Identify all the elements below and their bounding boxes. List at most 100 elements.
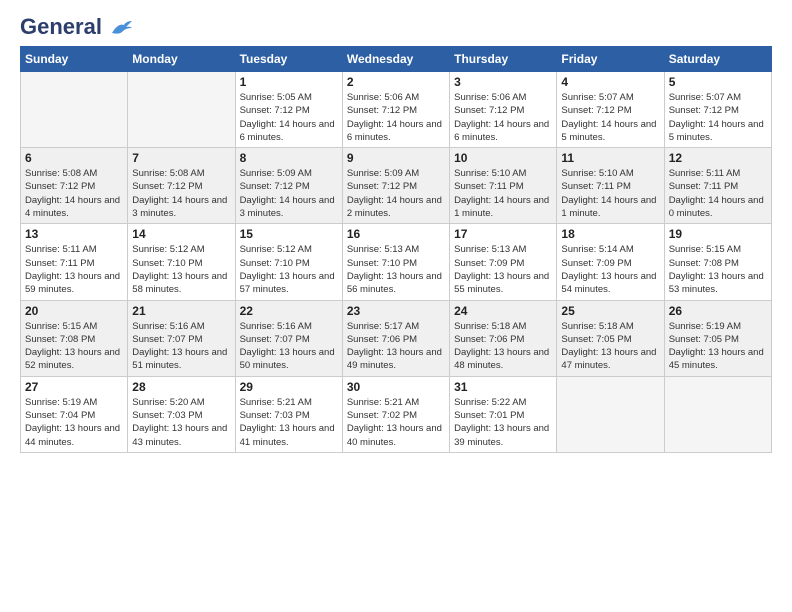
day-header-friday: Friday [557,47,664,72]
logo: General [20,16,132,36]
cell-day-number: 21 [132,304,230,318]
cell-day-number: 4 [561,75,659,89]
calendar-cell [128,72,235,148]
calendar-cell: 15 Sunrise: 5:12 AMSunset: 7:10 PMDayligh… [235,224,342,300]
cell-sun-info: Sunrise: 5:11 AMSunset: 7:11 PMDaylight:… [25,243,123,296]
calendar-cell: 14 Sunrise: 5:12 AMSunset: 7:10 PMDayligh… [128,224,235,300]
cell-day-number: 8 [240,151,338,165]
cell-day-number: 9 [347,151,445,165]
cell-sun-info: Sunrise: 5:07 AMSunset: 7:12 PMDaylight:… [669,91,767,144]
cell-day-number: 12 [669,151,767,165]
calendar-cell: 23 Sunrise: 5:17 AMSunset: 7:06 PMDayligh… [342,300,449,376]
cell-day-number: 5 [669,75,767,89]
cell-day-number: 13 [25,227,123,241]
calendar-week-row: 20 Sunrise: 5:15 AMSunset: 7:08 PMDayligh… [21,300,772,376]
cell-sun-info: Sunrise: 5:16 AMSunset: 7:07 PMDaylight:… [132,320,230,373]
calendar-table: SundayMondayTuesdayWednesdayThursdayFrid… [20,46,772,453]
cell-day-number: 1 [240,75,338,89]
calendar-cell: 4 Sunrise: 5:07 AMSunset: 7:12 PMDaylight… [557,72,664,148]
calendar-cell: 7Sunrise: 5:08 AMSunset: 7:12 PMDaylight… [128,148,235,224]
cell-day-number: 2 [347,75,445,89]
cell-sun-info: Sunrise: 5:07 AMSunset: 7:12 PMDaylight:… [561,91,659,144]
cell-sun-info: Sunrise: 5:08 AMSunset: 7:12 PMDaylight:… [25,167,123,220]
cell-sun-info: Sunrise: 5:13 AMSunset: 7:10 PMDaylight:… [347,243,445,296]
day-header-wednesday: Wednesday [342,47,449,72]
calendar-week-row: 27 Sunrise: 5:19 AMSunset: 7:04 PMDayligh… [21,376,772,452]
cell-sun-info: Sunrise: 5:20 AMSunset: 7:03 PMDaylight:… [132,396,230,449]
cell-sun-info: Sunrise: 5:11 AMSunset: 7:11 PMDaylight:… [669,167,767,220]
cell-day-number: 19 [669,227,767,241]
cell-day-number: 30 [347,380,445,394]
cell-day-number: 17 [454,227,552,241]
calendar-cell [557,376,664,452]
cell-day-number: 20 [25,304,123,318]
cell-sun-info: Sunrise: 5:12 AMSunset: 7:10 PMDaylight:… [240,243,338,296]
calendar-cell: 26 Sunrise: 5:19 AMSunset: 7:05 PMDayligh… [664,300,771,376]
cell-sun-info: Sunrise: 5:17 AMSunset: 7:06 PMDaylight:… [347,320,445,373]
day-header-monday: Monday [128,47,235,72]
cell-day-number: 27 [25,380,123,394]
cell-sun-info: Sunrise: 5:22 AMSunset: 7:01 PMDaylight:… [454,396,552,449]
cell-day-number: 22 [240,304,338,318]
calendar-cell: 25 Sunrise: 5:18 AMSunset: 7:05 PMDayligh… [557,300,664,376]
page-container: General SundayMondayTuesdayWednesdayThur… [0,0,792,463]
calendar-header-row: SundayMondayTuesdayWednesdayThursdayFrid… [21,47,772,72]
logo-bird-icon [110,19,132,37]
day-header-saturday: Saturday [664,47,771,72]
cell-day-number: 6 [25,151,123,165]
logo-general: General [20,16,132,38]
cell-day-number: 3 [454,75,552,89]
calendar-cell: 13 Sunrise: 5:11 AMSunset: 7:11 PMDayligh… [21,224,128,300]
calendar-cell: 11Sunrise: 5:10 AMSunset: 7:11 PMDayligh… [557,148,664,224]
cell-sun-info: Sunrise: 5:15 AMSunset: 7:08 PMDaylight:… [25,320,123,373]
calendar-cell: 3 Sunrise: 5:06 AMSunset: 7:12 PMDaylight… [450,72,557,148]
calendar-cell: 30 Sunrise: 5:21 AMSunset: 7:02 PMDayligh… [342,376,449,452]
calendar-cell: 24 Sunrise: 5:18 AMSunset: 7:06 PMDayligh… [450,300,557,376]
cell-sun-info: Sunrise: 5:12 AMSunset: 7:10 PMDaylight:… [132,243,230,296]
cell-sun-info: Sunrise: 5:19 AMSunset: 7:04 PMDaylight:… [25,396,123,449]
day-header-thursday: Thursday [450,47,557,72]
cell-day-number: 11 [561,151,659,165]
calendar-cell: 16 Sunrise: 5:13 AMSunset: 7:10 PMDayligh… [342,224,449,300]
cell-sun-info: Sunrise: 5:13 AMSunset: 7:09 PMDaylight:… [454,243,552,296]
cell-sun-info: Sunrise: 5:14 AMSunset: 7:09 PMDaylight:… [561,243,659,296]
cell-day-number: 16 [347,227,445,241]
cell-day-number: 28 [132,380,230,394]
cell-sun-info: Sunrise: 5:21 AMSunset: 7:02 PMDaylight:… [347,396,445,449]
cell-day-number: 25 [561,304,659,318]
calendar-cell: 6 Sunrise: 5:08 AMSunset: 7:12 PMDaylight… [21,148,128,224]
cell-day-number: 14 [132,227,230,241]
cell-day-number: 24 [454,304,552,318]
calendar-week-row: 6 Sunrise: 5:08 AMSunset: 7:12 PMDaylight… [21,148,772,224]
cell-sun-info: Sunrise: 5:18 AMSunset: 7:06 PMDaylight:… [454,320,552,373]
cell-sun-info: Sunrise: 5:09 AMSunset: 7:12 PMDaylight:… [347,167,445,220]
day-header-sunday: Sunday [21,47,128,72]
cell-sun-info: Sunrise: 5:09 AMSunset: 7:12 PMDaylight:… [240,167,338,220]
calendar-cell: 29Sunrise: 5:21 AMSunset: 7:03 PMDayligh… [235,376,342,452]
cell-day-number: 26 [669,304,767,318]
cell-sun-info: Sunrise: 5:06 AMSunset: 7:12 PMDaylight:… [454,91,552,144]
calendar-cell: 21 Sunrise: 5:16 AMSunset: 7:07 PMDayligh… [128,300,235,376]
calendar-cell [664,376,771,452]
cell-day-number: 15 [240,227,338,241]
calendar-cell: 9 Sunrise: 5:09 AMSunset: 7:12 PMDaylight… [342,148,449,224]
cell-day-number: 18 [561,227,659,241]
calendar-week-row: 13 Sunrise: 5:11 AMSunset: 7:11 PMDayligh… [21,224,772,300]
cell-sun-info: Sunrise: 5:05 AMSunset: 7:12 PMDaylight:… [240,91,338,144]
calendar-cell: 1 Sunrise: 5:05 AMSunset: 7:12 PMDaylight… [235,72,342,148]
cell-day-number: 23 [347,304,445,318]
calendar-week-row: 1 Sunrise: 5:05 AMSunset: 7:12 PMDaylight… [21,72,772,148]
calendar-cell: 27 Sunrise: 5:19 AMSunset: 7:04 PMDayligh… [21,376,128,452]
calendar-cell: 10Sunrise: 5:10 AMSunset: 7:11 PMDayligh… [450,148,557,224]
cell-sun-info: Sunrise: 5:19 AMSunset: 7:05 PMDaylight:… [669,320,767,373]
calendar-cell: 20 Sunrise: 5:15 AMSunset: 7:08 PMDayligh… [21,300,128,376]
cell-sun-info: Sunrise: 5:18 AMSunset: 7:05 PMDaylight:… [561,320,659,373]
calendar-cell: 28 Sunrise: 5:20 AMSunset: 7:03 PMDayligh… [128,376,235,452]
calendar-cell: 19Sunrise: 5:15 AMSunset: 7:08 PMDayligh… [664,224,771,300]
calendar-cell: 22Sunrise: 5:16 AMSunset: 7:07 PMDayligh… [235,300,342,376]
calendar-cell: 31 Sunrise: 5:22 AMSunset: 7:01 PMDayligh… [450,376,557,452]
cell-sun-info: Sunrise: 5:10 AMSunset: 7:11 PMDaylight:… [454,167,552,220]
calendar-cell: 18 Sunrise: 5:14 AMSunset: 7:09 PMDayligh… [557,224,664,300]
cell-day-number: 31 [454,380,552,394]
cell-day-number: 7 [132,151,230,165]
